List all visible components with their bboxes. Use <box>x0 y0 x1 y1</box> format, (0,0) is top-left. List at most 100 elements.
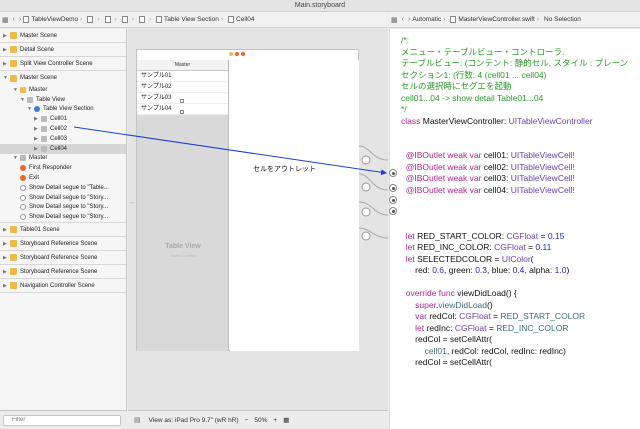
code-line[interactable]: cell01...04 -> show detail Table01...04 <box>401 93 628 105</box>
outline-item[interactable]: Show Detail segue to "Story... <box>0 203 126 213</box>
code-line[interactable]: red: 0.6, green: 0.3, blue: 0.4, alpha: … <box>401 265 628 277</box>
code-line[interactable] <box>401 208 628 220</box>
first-responder-icon[interactable] <box>235 52 239 56</box>
code-line[interactable]: @IBOutlet weak var cell01: UITableViewCe… <box>401 150 628 162</box>
table-cell[interactable]: サンプル04 <box>137 104 228 115</box>
breadcrumb-project[interactable]: TableViewDemo › <box>23 16 84 23</box>
toggle-outline-icon[interactable]: ▤ <box>134 416 141 424</box>
storyboard-canvas[interactable]: → Master サンプル01 サンプル02 サンプル03 サンプル04 Tab… <box>128 29 388 410</box>
outlet-connection-icon[interactable] <box>389 207 397 215</box>
disclosure-closed-icon[interactable]: ▶ <box>3 47 10 53</box>
code-line[interactable]: */ <box>401 104 628 116</box>
outline-item[interactable]: Exit <box>0 173 126 183</box>
disclosure-closed-icon[interactable]: ▶ <box>3 255 10 261</box>
code-line[interactable]: /*: <box>401 35 628 47</box>
outline-item[interactable]: ▶ Cell01 <box>0 114 126 124</box>
assistant-mode[interactable]: Automatic › <box>412 16 447 23</box>
outlet-connection-icon[interactable] <box>389 184 397 192</box>
assistant-file[interactable]: MasterViewController.swift › <box>450 16 541 23</box>
code-line[interactable] <box>401 277 628 289</box>
split-view-scene[interactable]: Master サンプル01 サンプル02 サンプル03 サンプル04 Table… <box>136 49 359 351</box>
code-line[interactable]: let redInc: CGFloat = RED_INC_COLOR <box>401 323 628 335</box>
scene-item[interactable]: ▶ Table01 Scene <box>0 223 126 238</box>
disclosure-open-icon[interactable]: ▼ <box>3 75 10 81</box>
code-line[interactable]: override func viewDidLoad() { <box>401 288 628 300</box>
code-line[interactable] <box>401 196 628 208</box>
breadcrumb-folder-1[interactable]: › <box>87 16 101 23</box>
breadcrumb-cell[interactable]: Cell04 <box>228 16 254 23</box>
disclosure-icon[interactable]: ▶ <box>34 126 41 132</box>
view-controller-icon[interactable] <box>229 52 233 56</box>
code-line[interactable] <box>401 139 628 151</box>
scene-item[interactable]: ▶ Split View Controller Scene <box>0 57 126 71</box>
breadcrumb-file[interactable]: › <box>121 16 136 23</box>
outline-item[interactable]: ▼ Master <box>0 85 126 95</box>
outlet-connection-icon[interactable] <box>389 169 397 177</box>
disclosure-closed-icon[interactable]: ▶ <box>3 269 10 275</box>
scene-item[interactable]: ▶ Storyboard Reference Scene <box>0 237 126 252</box>
code-line[interactable]: メニュー・テーブルビュー・コントローラ. <box>401 47 628 59</box>
exit-icon[interactable] <box>241 52 245 56</box>
code-line[interactable]: @IBOutlet weak var cell04: UITableViewCe… <box>401 185 628 197</box>
code-line[interactable]: セルの選択時にセグエを起動 <box>401 81 628 93</box>
disclosure-closed-icon[interactable]: ▶ <box>3 283 10 289</box>
disclosure-closed-icon[interactable]: ▶ <box>3 241 10 247</box>
view-as-device[interactable]: View as: iPad Pro 9.7" (wR hR) <box>149 417 239 424</box>
disclosure-icon[interactable]: ▼ <box>20 97 27 103</box>
code-line[interactable]: テーブルビュー: (コンテント: 静的セル, スタイル : プレーン <box>401 58 628 70</box>
master-table-view[interactable]: Master サンプル01 サンプル02 サンプル03 サンプル04 Table… <box>137 60 229 351</box>
scene-item[interactable]: ▶ Master Scene <box>0 29 126 43</box>
back-icon[interactable]: ‹ <box>402 16 404 23</box>
forward-icon[interactable]: › <box>19 16 21 23</box>
code-line[interactable]: super.viewDidLoad() <box>401 300 628 312</box>
code-line[interactable]: let RED_INC_COLOR: CGFloat = 0.11 <box>401 242 628 254</box>
code-line[interactable]: class MasterViewController: UITableViewC… <box>401 116 628 128</box>
disclosure-icon[interactable]: ▼ <box>13 155 20 161</box>
table-cell[interactable]: サンプル03 <box>137 93 228 104</box>
disclosure-icon[interactable]: ▶ <box>34 136 41 142</box>
code-editor[interactable]: /*: メニュー・テーブルビュー・コントローラ. テーブルビュー: (コンテント: … <box>389 29 640 429</box>
disclosure-closed-icon[interactable]: ▶ <box>3 33 10 39</box>
outline-item[interactable]: ▶ Cell02 <box>0 124 126 134</box>
table-cell[interactable]: サンプル01 <box>137 71 228 82</box>
disclosure-icon[interactable]: ▼ <box>27 106 34 112</box>
code-line[interactable]: redCol = setCellAttr( <box>401 334 628 346</box>
related-items-icon[interactable]: ▦ <box>391 16 398 24</box>
code-line[interactable]: @IBOutlet weak var cell02: UITableViewCe… <box>401 162 628 174</box>
code-line[interactable]: cell01, redCol: redCol, redInc: redInc) <box>401 346 628 358</box>
code-line[interactable]: セクション1: (行数: 4 (cell01 ... cell04) <box>401 70 628 82</box>
outline-item[interactable]: ▼ Table View Section <box>0 105 126 115</box>
scene-master[interactable]: ▼ Master Scene <box>0 71 126 85</box>
breadcrumb-scene[interactable]: › <box>138 16 153 23</box>
breadcrumb-section[interactable]: Table View Section › <box>156 16 225 23</box>
scene-item[interactable]: ▶ Navigation Controller Scene <box>0 279 126 294</box>
disclosure-closed-icon[interactable]: ▶ <box>3 61 10 67</box>
disclosure-closed-icon[interactable]: ▶ <box>3 227 10 233</box>
code-line[interactable]: var redCol: CGFloat = RED_START_COLOR <box>401 311 628 323</box>
layout-icon[interactable]: ▦ <box>283 416 289 424</box>
code-line[interactable]: @IBOutlet weak var cell03: UITableViewCe… <box>401 173 628 185</box>
outline-item[interactable]: ▶ Cell04 <box>0 143 126 154</box>
outline-item[interactable]: ▼ Master <box>0 154 126 164</box>
code-line[interactable] <box>401 219 628 231</box>
disclosure-icon[interactable]: ▼ <box>13 87 20 93</box>
outline-item[interactable]: Show Detail segue to "Story... <box>0 212 126 222</box>
code-line[interactable]: let SELECTEDCOLOR = UIColor( <box>401 254 628 266</box>
assistant-selection[interactable]: No Selection <box>544 16 581 23</box>
outline-item[interactable]: Show Detail segue to "Story... <box>0 193 126 203</box>
forward-icon[interactable]: › <box>408 16 410 23</box>
detail-pane[interactable] <box>230 60 359 351</box>
code-text[interactable]: /*: メニュー・テーブルビュー・コントローラ. テーブルビュー: (コンテント: … <box>401 35 628 369</box>
outline-item[interactable]: First Responder <box>0 163 126 173</box>
code-line[interactable]: redCol = setCellAttr( <box>401 357 628 369</box>
outline-item[interactable]: Show Detail segue to "Table... <box>0 183 126 193</box>
outlet-connection-icon[interactable] <box>389 196 397 204</box>
scene-item[interactable]: ▶ Storyboard Reference Scene <box>0 251 126 266</box>
zoom-out-button[interactable]: − <box>245 417 249 424</box>
table-cell[interactable]: サンプル02 <box>137 82 228 93</box>
disclosure-icon[interactable]: ▶ <box>34 116 41 122</box>
filter-input[interactable] <box>3 414 121 426</box>
breadcrumb-folder-2[interactable]: › <box>104 16 119 23</box>
code-line[interactable]: let RED_START_COLOR: CGFloat = 0.15 <box>401 231 628 243</box>
outline-item[interactable]: ▼ Table View <box>0 95 126 105</box>
